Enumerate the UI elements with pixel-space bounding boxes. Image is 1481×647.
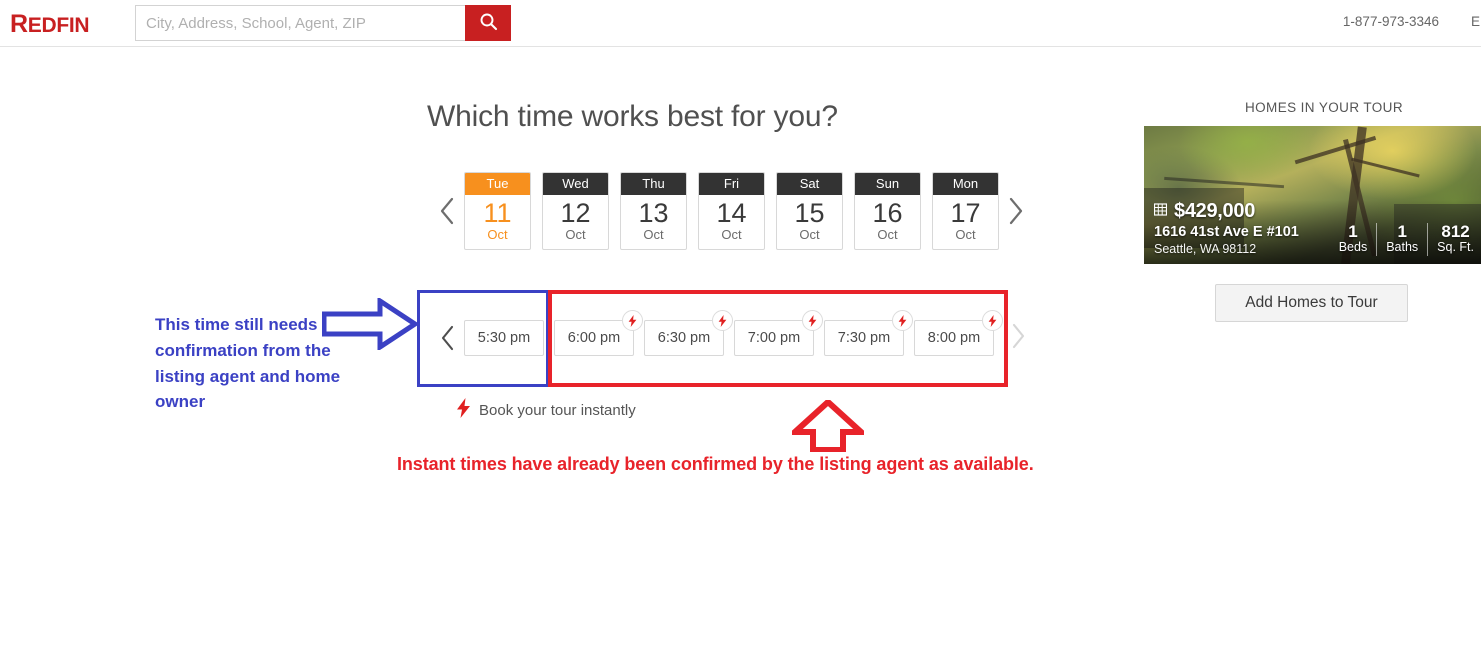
date-day: 11	[483, 198, 512, 228]
search-input[interactable]	[135, 5, 465, 41]
time-next-button[interactable]	[1003, 310, 1033, 362]
building-icon	[1153, 202, 1168, 221]
page-title: Which time works best for you?	[427, 100, 838, 133]
home-stats: 1 Beds 1 Baths 812 Sq. Ft.	[1330, 221, 1481, 256]
date-month: Oct	[565, 227, 586, 243]
annotation-red-arrow-icon	[787, 397, 869, 457]
date-day: 13	[638, 198, 669, 228]
annotation-red-box	[548, 290, 1008, 387]
date-dow: Wed	[543, 173, 608, 195]
date-month: Oct	[643, 227, 664, 243]
beds-value: 1	[1348, 221, 1358, 241]
annotation-red-text: Instant times have already been confirme…	[397, 454, 1034, 474]
date-day: 14	[716, 198, 747, 228]
beds-label: Beds	[1338, 240, 1368, 255]
logo-cap: R	[10, 10, 28, 38]
sqft-value: 812	[1441, 221, 1470, 241]
date-card-sun[interactable]: Sun 16 Oct	[854, 172, 921, 251]
date-card-fri[interactable]: Fri 14 Oct	[698, 172, 765, 251]
homes-in-tour-label: HOMES IN YOUR TOUR	[1245, 100, 1403, 115]
baths-value: 1	[1397, 221, 1407, 241]
search-bar	[135, 5, 511, 41]
date-dow: Tue	[465, 173, 530, 195]
support-phone[interactable]: 1-877-973-3346	[1343, 14, 1439, 29]
date-day: 15	[794, 198, 825, 228]
date-month: Oct	[799, 227, 820, 243]
date-day: 17	[950, 198, 981, 228]
site-header: REDFIN 1-877-973-3346 E	[0, 0, 1481, 47]
sqft-label: Sq. Ft.	[1437, 240, 1474, 255]
date-card-sat[interactable]: Sat 15 Oct	[776, 172, 843, 251]
date-card-thu[interactable]: Thu 13 Oct	[620, 172, 687, 251]
home-address-line2: Seattle, WA 98112	[1154, 242, 1257, 256]
logo-rest: EDFIN	[27, 14, 90, 37]
stat-baths: 1 Baths	[1376, 221, 1427, 256]
instant-booking-legend: Book your tour instantly	[456, 398, 636, 423]
search-icon	[479, 12, 498, 34]
date-dow: Mon	[933, 173, 998, 195]
date-month: Oct	[877, 227, 898, 243]
annotation-blue-arrow-icon	[321, 296, 420, 355]
date-next-button[interactable]	[999, 181, 1033, 241]
lightning-bolt-icon	[456, 398, 471, 423]
header-edge-partial-link[interactable]: E	[1471, 14, 1481, 29]
date-card-mon[interactable]: Mon 17 Oct	[932, 172, 999, 251]
stat-beds: 1 Beds	[1330, 221, 1377, 256]
date-month: Oct	[955, 227, 976, 243]
annotation-blue-box	[417, 290, 549, 387]
date-prev-button[interactable]	[430, 181, 464, 241]
price-row: $429,000	[1153, 200, 1299, 223]
baths-label: Baths	[1386, 240, 1419, 255]
date-month: Oct	[721, 227, 742, 243]
date-card-wed[interactable]: Wed 12 Oct	[542, 172, 609, 251]
date-day: 16	[872, 198, 903, 228]
date-dow: Fri	[699, 173, 764, 195]
home-card-info: $429,000 1616 41st Ave E #101 Seattle, W…	[1153, 200, 1299, 256]
date-card-list: Tue 11 Oct Wed 12 Oct Thu 13 Oct Fri 14 Oct Sat 15 Oct…	[464, 172, 999, 251]
date-dow: Sat	[777, 173, 842, 195]
date-month: Oct	[487, 227, 508, 243]
date-day: 12	[560, 198, 591, 228]
search-button[interactable]	[465, 5, 511, 41]
date-selector: Tue 11 Oct Wed 12 Oct Thu 13 Oct Fri 14 Oct Sat 15 Oct…	[430, 172, 1033, 251]
page-root: REDFIN 1-877-973-3346 E Which time works…	[0, 0, 1481, 647]
date-dow: Sun	[855, 173, 920, 195]
add-homes-to-tour-button[interactable]: Add Homes to Tour	[1215, 284, 1408, 322]
home-address-line1: 1616 41st Ave E #101	[1154, 224, 1299, 240]
stat-sqft: 812 Sq. Ft.	[1427, 221, 1481, 256]
date-dow: Thu	[621, 173, 686, 195]
home-tour-card[interactable]: $429,000 1616 41st Ave E #101 Seattle, W…	[1144, 126, 1481, 264]
instant-legend-label: Book your tour instantly	[479, 402, 636, 419]
home-price: $429,000	[1174, 200, 1256, 222]
date-card-tue[interactable]: Tue 11 Oct	[464, 172, 531, 251]
redfin-logo[interactable]: REDFIN	[10, 10, 90, 39]
